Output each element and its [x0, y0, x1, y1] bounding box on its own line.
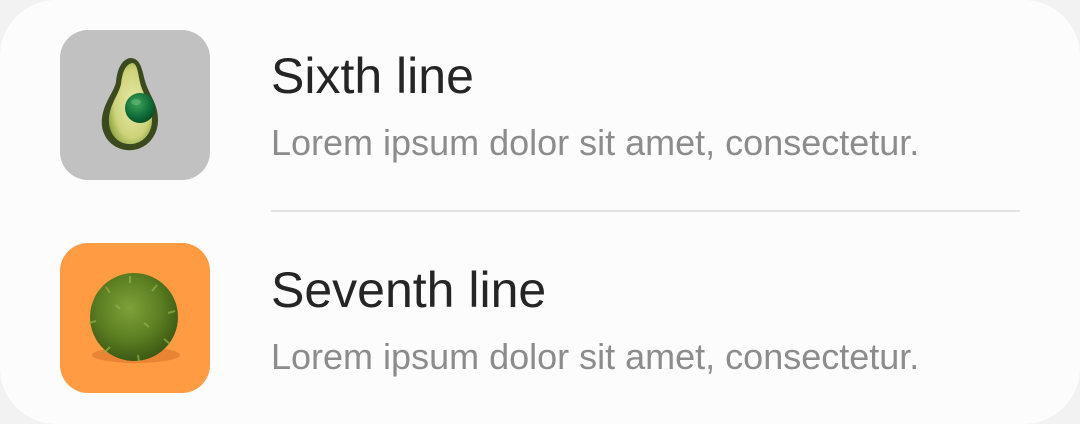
list-card: Sixth line Lorem ipsum dolor sit amet, c… [0, 0, 1080, 424]
list-item[interactable]: Sixth line Lorem ipsum dolor sit amet, c… [0, 0, 1080, 212]
moss-ball-thumbnail [60, 243, 210, 393]
avocado-thumbnail [60, 30, 210, 180]
moss-ball-icon [88, 273, 180, 363]
item-title: Seventh line [271, 262, 547, 318]
item-title: Sixth line [271, 48, 474, 104]
list-item[interactable]: Seventh line Lorem ipsum dolor sit amet,… [0, 212, 1080, 424]
item-subtitle: Lorem ipsum dolor sit amet, consectetur. [271, 122, 920, 163]
item-subtitle: Lorem ipsum dolor sit amet, consectetur. [271, 336, 920, 377]
avocado-icon [101, 58, 158, 151]
